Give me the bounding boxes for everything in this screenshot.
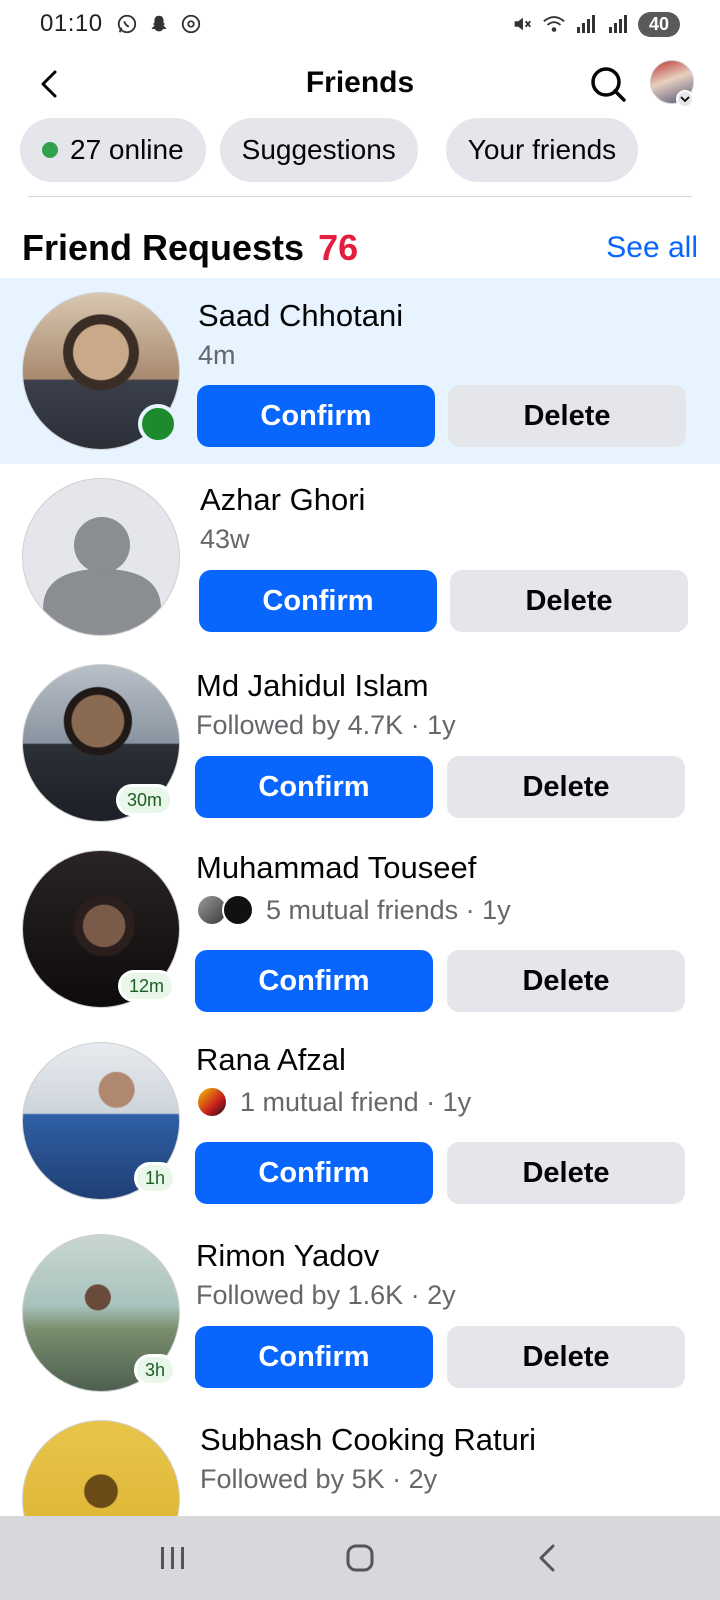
- chip-your-friends-label: Your friends: [467, 134, 617, 165]
- delete-button[interactable]: Delete: [448, 385, 686, 447]
- delete-button[interactable]: Delete: [447, 1142, 685, 1204]
- mutual-friends-text: 5 mutual friends · 1y: [266, 894, 511, 925]
- recents-icon: [161, 1547, 185, 1569]
- avatar[interactable]: [22, 1420, 180, 1516]
- chip-your-friends[interactable]: Your friends: [445, 118, 639, 182]
- divider: [28, 196, 692, 197]
- see-all-link[interactable]: See all: [606, 231, 698, 265]
- request-name[interactable]: Rana Afzal: [196, 1042, 346, 1078]
- status-time: 01:10: [40, 10, 103, 37]
- active-time-badge: 12m: [118, 970, 176, 1002]
- signal-icon-2: [606, 12, 630, 36]
- delete-button[interactable]: Delete: [447, 950, 685, 1012]
- person-placeholder-icon: [43, 517, 161, 635]
- search-icon: [591, 67, 626, 102]
- online-dot-icon: [42, 142, 58, 158]
- request-name[interactable]: Saad Chhotani: [198, 298, 403, 334]
- active-time-badge: 30m: [116, 784, 174, 816]
- request-meta: 1 mutual friend · 1y: [196, 1086, 471, 1118]
- mutual-friends-text: 1 mutual friend · 1y: [240, 1086, 472, 1117]
- mute-icon: [510, 12, 534, 36]
- request-meta: Followed by 1.6K · 2y: [196, 1280, 456, 1310]
- snapchat-icon: [147, 12, 171, 36]
- system-nav-bar: [0, 1516, 720, 1600]
- chip-suggestions[interactable]: Suggestions: [219, 118, 418, 182]
- friend-requests-header: Friend Requests 76 See all: [22, 224, 698, 272]
- request-item[interactable]: Saad Chhotani 4m Confirm Delete: [0, 278, 720, 464]
- request-item[interactable]: Azhar Ghori 43w Confirm Delete: [0, 470, 720, 658]
- request-meta: Followed by 4.7K · 1y: [196, 710, 456, 740]
- request-meta: 4m: [198, 340, 236, 370]
- back-icon: [539, 1544, 555, 1572]
- system-back-button[interactable]: [515, 1526, 579, 1590]
- request-item[interactable]: 1h Rana Afzal 1 mutual friend · 1y Confi…: [0, 1034, 720, 1222]
- confirm-button[interactable]: Confirm: [195, 756, 433, 818]
- section-title: Friend Requests: [22, 227, 305, 268]
- request-count: 76: [318, 227, 359, 268]
- request-item[interactable]: 3h Rimon Yadov Followed by 1.6K · 2y Con…: [0, 1226, 720, 1414]
- request-meta: 43w: [200, 524, 250, 554]
- confirm-button[interactable]: Confirm: [195, 950, 433, 1012]
- chip-suggestions-label: Suggestions: [241, 134, 396, 165]
- request-item[interactable]: 30m Md Jahidul Islam Followed by 4.7K · …: [0, 656, 720, 844]
- chip-online-label: 27 online: [70, 134, 184, 165]
- app-header: Friends: [0, 52, 720, 116]
- request-name[interactable]: Rimon Yadov: [196, 1238, 379, 1274]
- request-item[interactable]: 12m Muhammad Touseef 5 mutual friends · …: [0, 842, 720, 1030]
- request-name[interactable]: Md Jahidul Islam: [196, 668, 429, 704]
- system-status-icons: 40: [510, 11, 680, 37]
- notification-icons: [115, 12, 203, 36]
- confirm-button[interactable]: Confirm: [199, 570, 437, 632]
- request-name[interactable]: Subhash Cooking Raturi: [200, 1422, 536, 1458]
- search-button[interactable]: [584, 60, 632, 108]
- filter-chips: 27 online Suggestions Your friends: [20, 118, 639, 182]
- wifi-icon: [542, 12, 566, 36]
- chip-online[interactable]: 27 online: [20, 118, 206, 182]
- threads-icon: [179, 12, 203, 36]
- request-meta: 5 mutual friends · 1y: [196, 894, 511, 926]
- request-item[interactable]: Subhash Cooking Raturi Followed by 5K · …: [0, 1412, 720, 1516]
- active-time-badge: 1h: [134, 1162, 177, 1194]
- confirm-button[interactable]: Confirm: [195, 1326, 433, 1388]
- avatar-placeholder[interactable]: [22, 478, 180, 636]
- request-name[interactable]: Azhar Ghori: [200, 482, 365, 518]
- confirm-button[interactable]: Confirm: [195, 1142, 433, 1204]
- mutual-friend-avatar: [196, 1086, 228, 1118]
- signal-icon: [574, 12, 598, 36]
- active-time-badge: 3h: [134, 1354, 177, 1386]
- battery-indicator: 40: [638, 11, 680, 37]
- request-name[interactable]: Muhammad Touseef: [196, 850, 476, 886]
- status-bar: 01:10 40: [0, 0, 720, 48]
- online-status-icon: [138, 404, 178, 444]
- home-icon: [346, 1544, 374, 1572]
- home-button[interactable]: [328, 1526, 392, 1590]
- delete-button[interactable]: Delete: [450, 570, 688, 632]
- confirm-button[interactable]: Confirm: [197, 385, 435, 447]
- delete-button[interactable]: Delete: [447, 1326, 685, 1388]
- mutual-friend-avatar: [222, 894, 254, 926]
- request-meta: Followed by 5K · 2y: [200, 1464, 438, 1494]
- recent-apps-button[interactable]: [141, 1526, 205, 1590]
- whatsapp-icon: [115, 12, 139, 36]
- chevron-down-icon: [676, 90, 694, 108]
- delete-button[interactable]: Delete: [447, 756, 685, 818]
